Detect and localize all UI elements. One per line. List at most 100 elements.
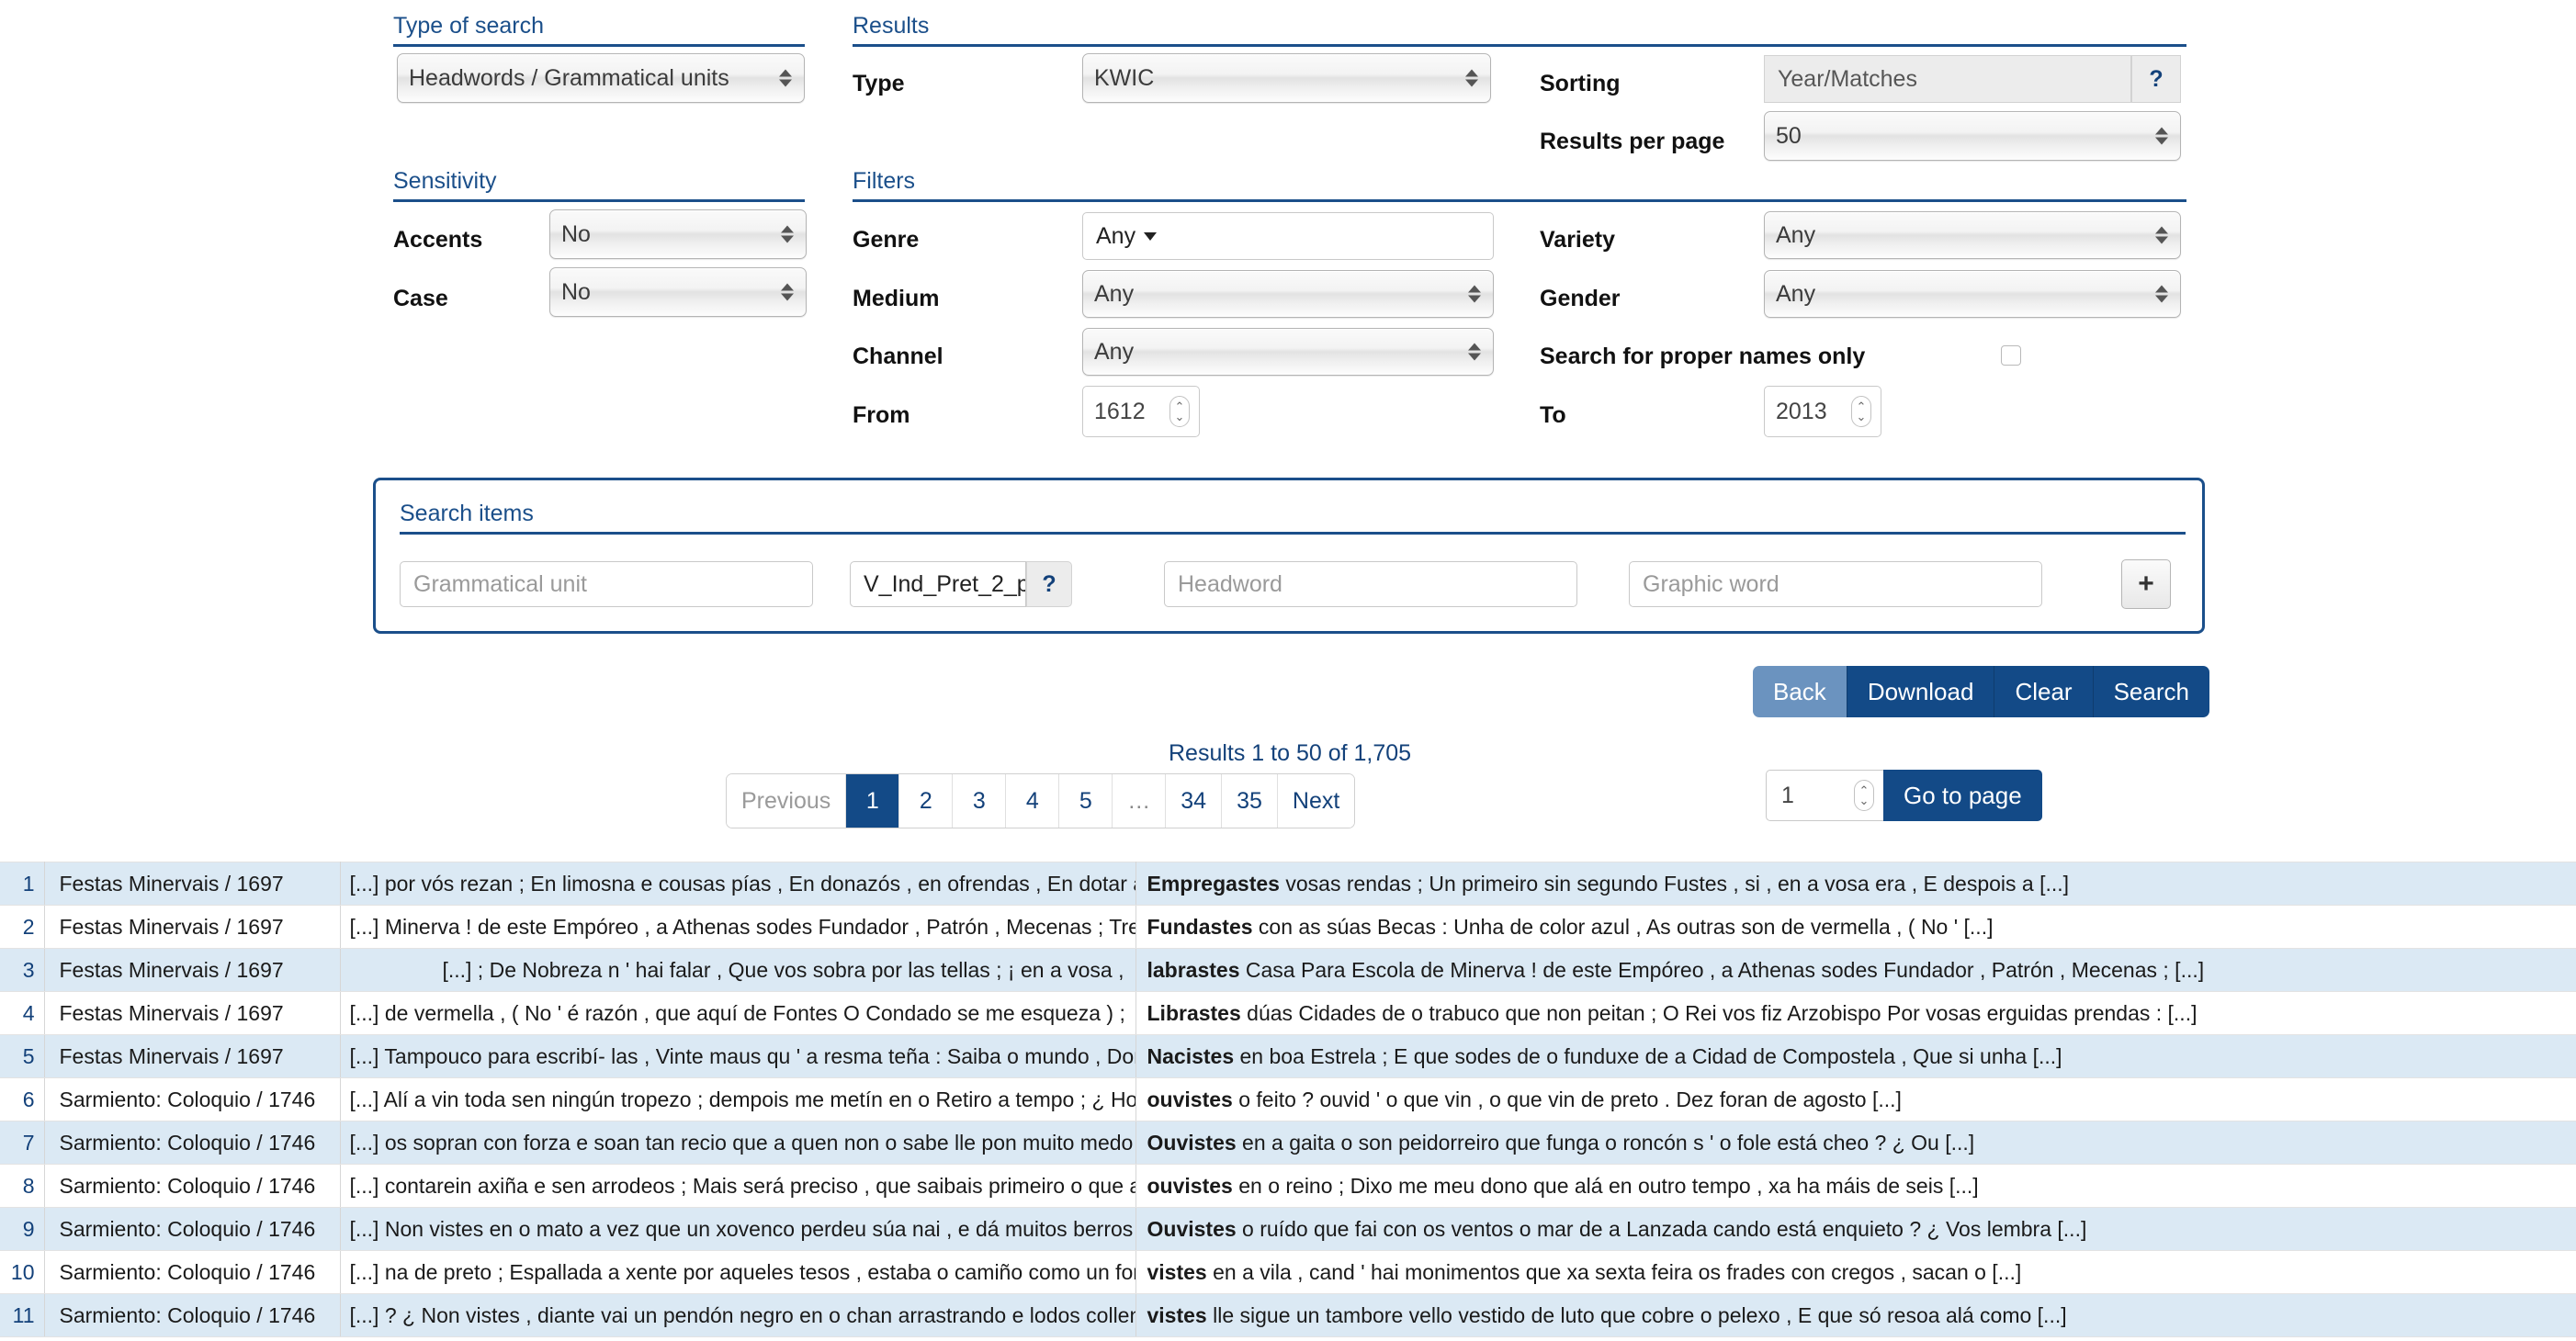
- select-arrows-icon: [1468, 285, 1481, 303]
- section-heading-filters: Filters: [853, 168, 2186, 202]
- grammatical-tag-input[interactable]: V_Ind_Pret_2_p: [850, 561, 1026, 607]
- medium-select[interactable]: Any: [1082, 270, 1494, 318]
- grammatical-unit-input[interactable]: Grammatical unit: [400, 561, 813, 607]
- go-to-page-value: 1: [1781, 782, 1794, 808]
- row-keyword: ouvistes: [1147, 1173, 1233, 1198]
- row-left-context: [...] Minerva ! de este Empóreo , a Athe…: [340, 905, 1136, 949]
- row-number: 2: [0, 905, 45, 949]
- variety-select[interactable]: Any: [1764, 211, 2181, 259]
- pagination-page-35[interactable]: 35: [1222, 774, 1278, 828]
- row-left-context: [...] de vermella , ( No ' é razón , que…: [340, 991, 1136, 1035]
- go-to-page-button[interactable]: Go to page: [1883, 770, 2042, 821]
- headword-input[interactable]: Headword: [1164, 561, 1577, 607]
- pagination-previous[interactable]: Previous: [727, 774, 847, 828]
- row-number: 8: [0, 1164, 45, 1208]
- row-source[interactable]: Festas Minervais / 1697: [44, 948, 341, 992]
- row-keyword: Nacistes: [1147, 1043, 1235, 1068]
- download-button[interactable]: Download: [1847, 666, 1995, 717]
- table-row[interactable]: 6 Sarmiento: Coloquio / 1746 [...] Alí a v…: [0, 1077, 2576, 1121]
- gender-label: Gender: [1540, 286, 1621, 311]
- variety-value: Any: [1776, 221, 1816, 248]
- add-search-item-button[interactable]: +: [2121, 559, 2171, 609]
- go-to-page-group: 1 ⌃ ⌄ Go to page: [1766, 770, 2042, 821]
- to-year-value: 2013: [1776, 398, 1827, 424]
- pagination: Previous 1 2 3 4 5 … 34 35 Next: [726, 773, 1356, 828]
- genre-label: Genre: [853, 227, 920, 253]
- row-source[interactable]: Sarmiento: Coloquio / 1746: [44, 1077, 341, 1121]
- results-type-value: KWIC: [1094, 64, 1155, 91]
- grammatical-unit-placeholder: Grammatical unit: [413, 570, 587, 597]
- table-row[interactable]: 10 Sarmiento: Coloquio / 1746 [...] na de …: [0, 1250, 2576, 1294]
- table-row[interactable]: 11 Sarmiento: Coloquio / 1746 [...] ? ¿ No…: [0, 1293, 2576, 1337]
- pagination-page-5[interactable]: 5: [1059, 774, 1113, 828]
- type-of-search-select[interactable]: Headwords / Grammatical units: [397, 53, 805, 103]
- case-value: No: [561, 278, 591, 305]
- graphic-word-placeholder: Graphic word: [1643, 570, 1779, 597]
- search-button[interactable]: Search: [2093, 666, 2209, 717]
- grammatical-tag-help-button[interactable]: ?: [1026, 561, 1072, 607]
- pagination-next[interactable]: Next: [1277, 774, 1355, 828]
- results-per-page-select[interactable]: 50: [1764, 111, 2181, 161]
- clear-button[interactable]: Clear: [1994, 666, 2094, 717]
- channel-label: Channel: [853, 344, 943, 369]
- pagination-page-3[interactable]: 3: [953, 774, 1007, 828]
- accents-label: Accents: [393, 227, 483, 253]
- from-year-stepper[interactable]: ⌃ ⌄: [1169, 396, 1190, 427]
- table-row[interactable]: 7 Sarmiento: Coloquio / 1746 [...] os sopr…: [0, 1121, 2576, 1165]
- proper-names-checkbox[interactable]: [2001, 345, 2021, 366]
- to-year-input[interactable]: 2013 ⌃ ⌄: [1764, 386, 1881, 437]
- row-number: 3: [0, 948, 45, 992]
- table-row[interactable]: 9 Sarmiento: Coloquio / 1746 [...] Non vis…: [0, 1207, 2576, 1251]
- pagination-page-4[interactable]: 4: [1006, 774, 1060, 828]
- plus-icon: +: [2138, 569, 2154, 599]
- table-row[interactable]: 1 Festas Minervais / 1697 [...] por vós re…: [0, 862, 2576, 906]
- sorting-value: Year/Matches: [1778, 65, 1917, 92]
- row-source[interactable]: Festas Minervais / 1697: [44, 991, 341, 1035]
- medium-label: Medium: [853, 286, 940, 311]
- row-source[interactable]: Festas Minervais / 1697: [44, 1034, 341, 1078]
- table-row[interactable]: 4 Festas Minervais / 1697 [...] de vermell…: [0, 991, 2576, 1035]
- back-button[interactable]: Back: [1753, 666, 1847, 717]
- select-arrows-icon: [1468, 343, 1481, 361]
- row-source[interactable]: Sarmiento: Coloquio / 1746: [44, 1164, 341, 1208]
- table-row[interactable]: 3 Festas Minervais / 1697 [...] ; De Nobre…: [0, 948, 2576, 992]
- row-source[interactable]: Festas Minervais / 1697: [44, 905, 341, 949]
- pagination-page-2[interactable]: 2: [899, 774, 954, 828]
- row-source[interactable]: Festas Minervais / 1697: [44, 862, 341, 906]
- row-source[interactable]: Sarmiento: Coloquio / 1746: [44, 1121, 341, 1165]
- from-year-input[interactable]: 1612 ⌃ ⌄: [1082, 386, 1200, 437]
- row-keyword: Fundastes: [1147, 914, 1253, 939]
- pagination-page-1[interactable]: 1: [846, 774, 900, 828]
- channel-select[interactable]: Any: [1082, 328, 1494, 376]
- go-to-page-stepper[interactable]: ⌃ ⌄: [1854, 780, 1874, 811]
- table-row[interactable]: 8 Sarmiento: Coloquio / 1746 [...] contare…: [0, 1164, 2576, 1208]
- pagination-ellipsis: …: [1113, 774, 1167, 828]
- row-left-context: [...] ? ¿ Non vistes , diante vai un pen…: [340, 1293, 1136, 1337]
- medium-value: Any: [1094, 280, 1135, 307]
- row-keyword-and-right-context: vistes en a vila , cand ' hai monimentos…: [1135, 1250, 2576, 1294]
- to-year-stepper[interactable]: ⌃ ⌄: [1851, 396, 1871, 427]
- table-row[interactable]: 5 Festas Minervais / 1697 [...] Tampouco p…: [0, 1034, 2576, 1078]
- from-year-value: 1612: [1094, 398, 1146, 424]
- row-source[interactable]: Sarmiento: Coloquio / 1746: [44, 1207, 341, 1251]
- row-number: 10: [0, 1250, 45, 1294]
- case-select[interactable]: No: [549, 267, 807, 317]
- results-type-select[interactable]: KWIC: [1082, 53, 1491, 103]
- genre-dropdown[interactable]: Any: [1082, 212, 1494, 260]
- go-to-page-input[interactable]: 1 ⌃ ⌄: [1766, 770, 1883, 821]
- table-row[interactable]: 2 Festas Minervais / 1697 [...] Minerva ! …: [0, 905, 2576, 949]
- row-keyword-and-right-context: Nacistes en boa Estrela ; E que sodes de…: [1135, 1034, 2576, 1078]
- accents-select[interactable]: No: [549, 209, 807, 259]
- graphic-word-input[interactable]: Graphic word: [1629, 561, 2042, 607]
- results-table: 1 Festas Minervais / 1697 [...] por vós re…: [0, 862, 2576, 1337]
- pagination-page-34[interactable]: 34: [1166, 774, 1223, 828]
- sorting-value-readonly: Year/Matches: [1764, 55, 2131, 103]
- row-keyword-and-right-context: Librastes dúas Cidades de o trabuco que …: [1135, 991, 2576, 1035]
- select-arrows-icon: [781, 283, 794, 301]
- select-arrows-icon: [2155, 127, 2168, 145]
- row-number: 5: [0, 1034, 45, 1078]
- row-source[interactable]: Sarmiento: Coloquio / 1746: [44, 1293, 341, 1337]
- gender-select[interactable]: Any: [1764, 270, 2181, 318]
- sorting-help-button[interactable]: ?: [2131, 55, 2181, 103]
- row-source[interactable]: Sarmiento: Coloquio / 1746: [44, 1250, 341, 1294]
